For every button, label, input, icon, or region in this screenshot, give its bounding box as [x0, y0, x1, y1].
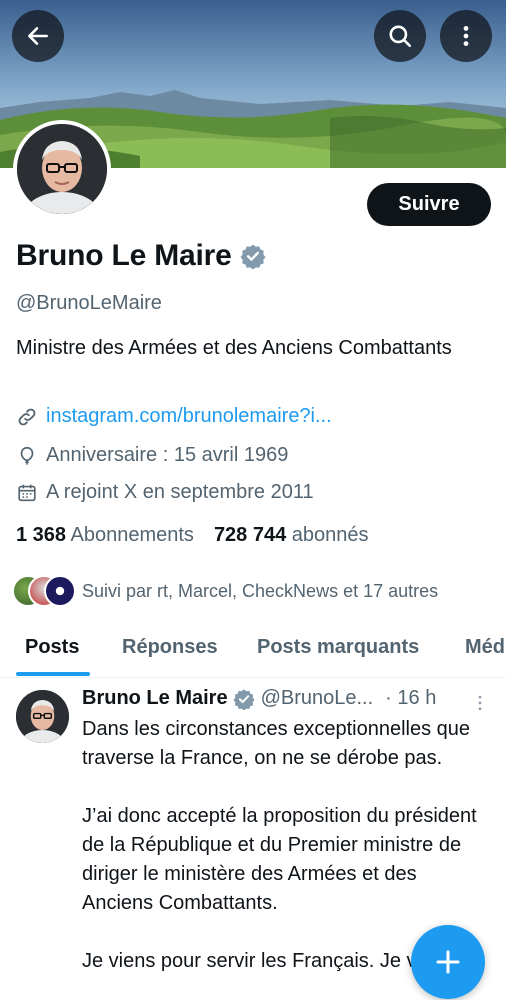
tab-replies[interactable]: Réponses — [122, 636, 218, 659]
arrow-left-icon — [28, 27, 48, 45]
avatar-image — [17, 124, 107, 214]
avatar-image — [16, 690, 69, 743]
post-paragraph: J’ai donc accepté la proposition du prés… — [82, 805, 477, 914]
profile-birthday: Anniversaire : 15 avril 1969 — [16, 444, 288, 467]
profile-joined: A rejoint X en septembre 2011 — [16, 481, 314, 504]
followed-by-row[interactable]: Suivi par rt, Marcel, CheckNews et 17 au… — [12, 574, 438, 608]
profile-birthday-text: Anniversaire : 15 avril 1969 — [46, 444, 289, 466]
followers-count: 728 744 — [213, 524, 287, 546]
avatar — [44, 575, 76, 607]
profile-website-link[interactable]: instagram.com/brunolemaire?i... — [46, 405, 332, 428]
following-stat[interactable]: 1 368 Abonnements — [16, 524, 194, 546]
tab-highlights[interactable]: Posts marquants — [257, 636, 419, 659]
profile-stats: 1 368 Abonnements 728 744 abonnés — [16, 524, 369, 547]
followers-label: abonnés — [291, 524, 369, 546]
profile-bio: Ministre des Armées et des Anciens Comba… — [16, 337, 452, 359]
more-options-button[interactable] — [440, 10, 492, 62]
compose-post-button[interactable] — [411, 925, 485, 999]
profile-handle: @BrunoLeMaire — [16, 292, 162, 314]
balloon-icon — [20, 446, 34, 465]
post-author-name[interactable]: Bruno Le Maire — [82, 687, 228, 710]
profile-avatar[interactable] — [13, 120, 111, 218]
post-author-handle: @BrunoLe... — [260, 687, 374, 709]
profile-name-row: Bruno Le Maire — [16, 239, 266, 273]
verified-badge-icon — [233, 688, 255, 710]
search-button[interactable] — [374, 10, 426, 62]
verified-badge-icon[interactable] — [240, 243, 266, 269]
followers-stat[interactable]: 728 744 abonnés — [214, 524, 369, 546]
plus-icon — [436, 950, 460, 974]
calendar-icon — [18, 484, 36, 501]
post-paragraph: Dans les circonstances exceptionnelles q… — [82, 718, 470, 769]
profile-tabs: Posts Réponses Posts marquants Méd — [0, 620, 506, 678]
search-icon — [389, 25, 412, 48]
profile-joined-text: A rejoint X en septembre 2011 — [46, 481, 314, 503]
profile-name: Bruno Le Maire — [16, 239, 232, 272]
followed-by-avatars — [12, 574, 78, 608]
profile-website[interactable]: instagram.com/brunolemaire?i... — [16, 405, 332, 428]
followed-by-text: Suivi par rt, Marcel, CheckNews et 17 au… — [82, 580, 439, 601]
tab-media[interactable]: Méd — [465, 636, 505, 659]
link-icon — [18, 408, 36, 425]
back-button[interactable] — [12, 10, 64, 62]
post-author-avatar[interactable] — [16, 690, 69, 743]
post-header: Bruno Le Maire @BrunoLe... · 16 h — [82, 687, 492, 710]
more-vertical-icon — [463, 26, 469, 46]
active-tab-indicator — [16, 672, 90, 676]
following-count: 1 368 — [16, 524, 67, 546]
tab-posts[interactable]: Posts — [25, 636, 79, 659]
post-timestamp[interactable]: · 16 h — [385, 687, 436, 710]
more-vertical-icon[interactable] — [470, 693, 490, 713]
follow-button[interactable]: Suivre — [367, 183, 491, 226]
following-label: Abonnements — [70, 524, 194, 546]
